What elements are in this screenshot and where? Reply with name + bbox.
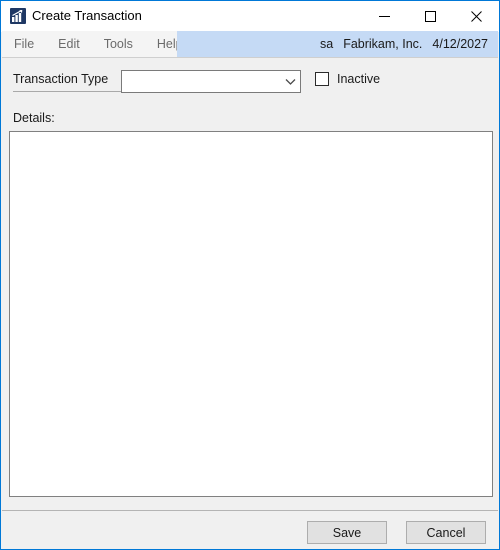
chevron-down-icon [280, 78, 300, 86]
menu-bar: File Edit Tools Help sa Fabrikam, Inc. 4… [2, 31, 498, 58]
inactive-label: Inactive [337, 72, 381, 86]
create-transaction-window: Create Transaction File Edit Tools Help … [0, 0, 500, 550]
maximize-button[interactable] [407, 1, 453, 31]
title-bar: Create Transaction [1, 1, 499, 32]
menu-item-list: File Edit Tools Help [2, 31, 195, 57]
transaction-type-select[interactable] [121, 70, 301, 93]
window-controls [361, 1, 499, 31]
close-button[interactable] [453, 1, 499, 31]
bar-chart-icon [10, 8, 26, 24]
menu-item-tools[interactable]: Tools [92, 31, 145, 57]
menu-item-edit[interactable]: Edit [46, 31, 92, 57]
inactive-checkbox-row[interactable]: Inactive [315, 72, 380, 86]
status-user: sa [320, 37, 334, 51]
details-textarea-container[interactable] [9, 131, 493, 497]
minimize-button[interactable] [361, 1, 407, 31]
cancel-button[interactable]: Cancel [406, 521, 486, 544]
footer-bar: Save Cancel [2, 510, 498, 549]
inactive-checkbox[interactable] [315, 72, 329, 86]
close-icon [470, 10, 482, 22]
details-textarea[interactable] [10, 132, 492, 496]
form-area: Transaction Type Inactive Details: [2, 58, 498, 508]
transaction-type-label: Transaction Type [13, 72, 121, 92]
minimize-icon [378, 15, 390, 17]
window-title: Create Transaction [32, 8, 142, 23]
menu-item-file[interactable]: File [2, 31, 46, 57]
save-button[interactable]: Save [307, 521, 387, 544]
status-company: Fabrikam, Inc. [343, 37, 423, 51]
maximize-icon [424, 10, 436, 22]
transaction-type-row: Transaction Type Inactive [2, 70, 498, 96]
status-bar: sa Fabrikam, Inc. 4/12/2027 [177, 31, 498, 57]
status-date: 4/12/2027 [432, 37, 488, 51]
details-label: Details: [13, 111, 55, 125]
